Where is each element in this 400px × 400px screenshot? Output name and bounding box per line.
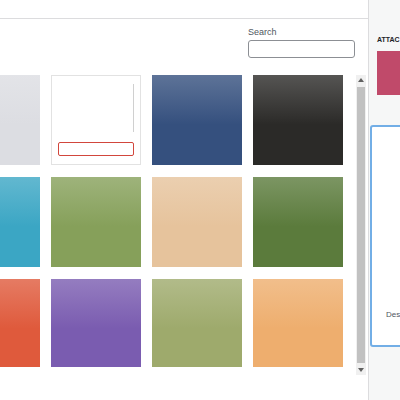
search-label: Search: [248, 27, 355, 37]
attachment-tile[interactable]: [152, 177, 242, 267]
media-browser: Search: [0, 0, 368, 400]
search-field: Search: [248, 27, 355, 67]
scroll-thumb[interactable]: [357, 87, 365, 363]
screenshot-preview: [52, 76, 140, 164]
media-library: Search ATTAC Des: [0, 0, 400, 400]
search-input[interactable]: [248, 40, 355, 58]
attachment-tile[interactable]: [253, 75, 343, 165]
details-thumbnail: [377, 51, 400, 95]
details-title: ATTAC: [377, 36, 400, 43]
attachment-tile[interactable]: [0, 279, 40, 367]
attachment-tile[interactable]: [253, 177, 343, 267]
scrollbar[interactable]: [356, 75, 366, 375]
description-label: Des: [386, 310, 400, 319]
toolbar: Search: [0, 19, 368, 67]
attachment-tile[interactable]: [0, 177, 40, 267]
attachments-viewport: [0, 75, 355, 367]
attachment-details: ATTAC Des: [368, 0, 400, 400]
screenshot-panel: [58, 84, 134, 132]
details-form: Des: [370, 125, 400, 347]
attachments-grid: [0, 75, 355, 367]
scroll-up-icon[interactable]: [358, 78, 364, 82]
attachment-tile[interactable]: [0, 75, 40, 165]
media-area: [0, 67, 368, 375]
attachment-tile[interactable]: [51, 75, 141, 165]
scroll-down-icon[interactable]: [358, 368, 364, 372]
attachment-tile[interactable]: [152, 75, 242, 165]
header-bar: [0, 0, 368, 19]
screenshot-field: [58, 142, 134, 156]
attachment-tile[interactable]: [152, 279, 242, 367]
attachment-tile[interactable]: [253, 279, 343, 367]
attachment-tile[interactable]: [51, 279, 141, 367]
attachment-tile[interactable]: [51, 177, 141, 267]
